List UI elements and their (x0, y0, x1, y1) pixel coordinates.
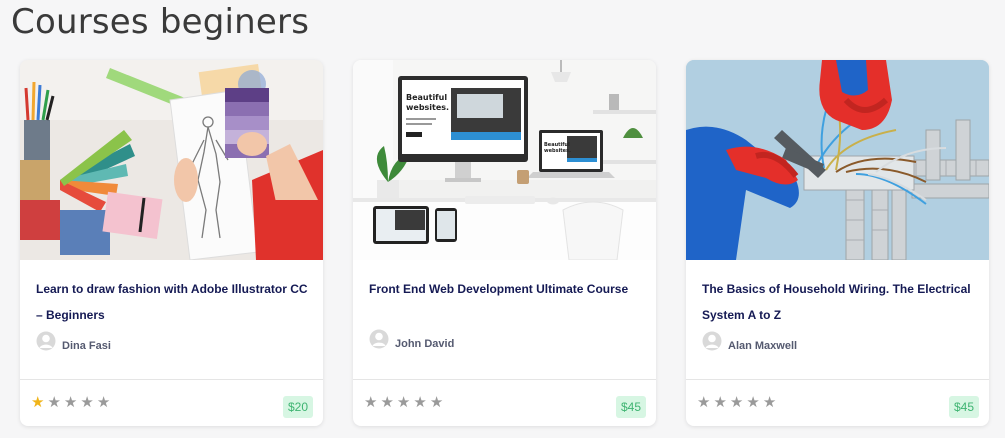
star-empty-icon: ★ (396, 394, 411, 411)
avatar-icon (36, 331, 56, 351)
star-filled-icon: ★ (31, 394, 45, 411)
course-card[interactable]: Learn to draw fashion with Adobe Illustr… (20, 60, 323, 426)
course-image-fashion[interactable] (20, 60, 323, 260)
course-title[interactable]: Front End Web Development Ultimate Cours… (369, 276, 647, 302)
star-empty-icon: ★ (697, 394, 711, 411)
star-rating: ★ ★ ★ ★ ★ (364, 395, 443, 410)
star-empty-icon: ★ (413, 394, 427, 411)
card-divider (353, 379, 656, 380)
star-empty-icon: ★ (380, 394, 394, 411)
course-card[interactable]: The Basics of Household Wiring. The Elec… (686, 60, 989, 426)
star-empty-icon: ★ (746, 394, 760, 411)
price-badge: $45 (948, 396, 979, 418)
avatar-icon (702, 331, 722, 351)
star-empty-icon: ★ (364, 394, 378, 411)
star-empty-icon: ★ (729, 394, 744, 411)
course-card[interactable]: Beautiful websites. Beautiful websites. … (353, 60, 656, 426)
price-badge: $45 (615, 396, 646, 418)
star-rating: ★ ★ ★ ★ ★ (31, 395, 110, 410)
star-empty-icon: ★ (80, 394, 94, 411)
card-divider (20, 379, 323, 380)
course-author[interactable]: Alan Maxwell (702, 331, 798, 356)
section-title: Courses beginers (11, 2, 310, 42)
course-title[interactable]: Learn to draw fashion with Adobe Illustr… (36, 276, 314, 328)
course-image-wiring[interactable] (686, 60, 989, 260)
svg-text:websites.: websites. (406, 103, 449, 112)
star-empty-icon: ★ (713, 394, 727, 411)
course-image-web-dev[interactable]: Beautiful websites. Beautiful websites. (353, 60, 656, 260)
course-author[interactable]: Dina Fasi (36, 331, 111, 356)
star-rating: ★ ★ ★ ★ ★ (697, 395, 776, 410)
course-author[interactable]: John David (369, 329, 455, 354)
author-name: Alan Maxwell (728, 340, 798, 352)
price-badge: $20 (282, 396, 313, 418)
course-title[interactable]: The Basics of Household Wiring. The Elec… (702, 276, 980, 328)
avatar-icon (369, 329, 389, 349)
svg-text:Beautiful: Beautiful (406, 93, 447, 102)
card-divider (686, 379, 989, 380)
star-empty-icon: ★ (63, 394, 78, 411)
star-empty-icon: ★ (762, 394, 777, 411)
star-empty-icon: ★ (96, 394, 111, 411)
star-empty-icon: ★ (47, 394, 61, 411)
author-name: Dina Fasi (62, 340, 111, 352)
author-name: John David (395, 338, 455, 350)
svg-text:websites.: websites. (544, 148, 571, 154)
star-empty-icon: ★ (429, 394, 444, 411)
